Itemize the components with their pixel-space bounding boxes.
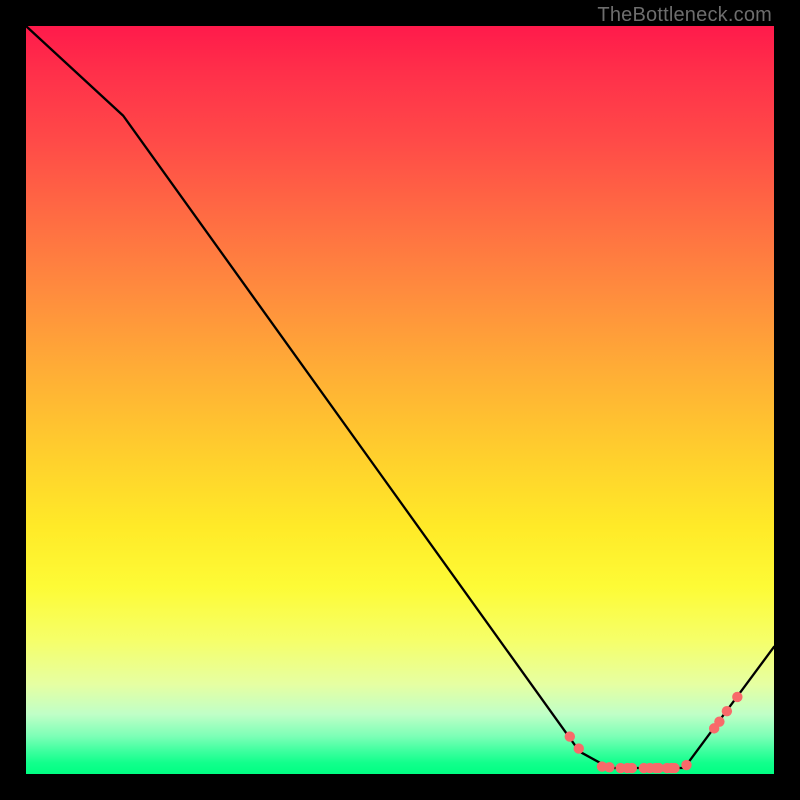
marker-dot [722, 706, 732, 716]
chart-frame: TheBottleneck.com [0, 0, 800, 800]
curve-line [26, 26, 774, 768]
marker-group [565, 692, 743, 773]
plot-area [26, 26, 774, 774]
marker-dot [714, 716, 724, 726]
marker-dot [574, 743, 584, 753]
marker-dot [604, 762, 614, 772]
marker-dot [627, 763, 637, 773]
watermark-label: TheBottleneck.com [597, 4, 772, 27]
marker-dot [669, 763, 679, 773]
marker-dot [681, 760, 691, 770]
marker-dot [732, 692, 742, 702]
marker-dot [565, 731, 575, 741]
chart-svg [26, 26, 774, 774]
